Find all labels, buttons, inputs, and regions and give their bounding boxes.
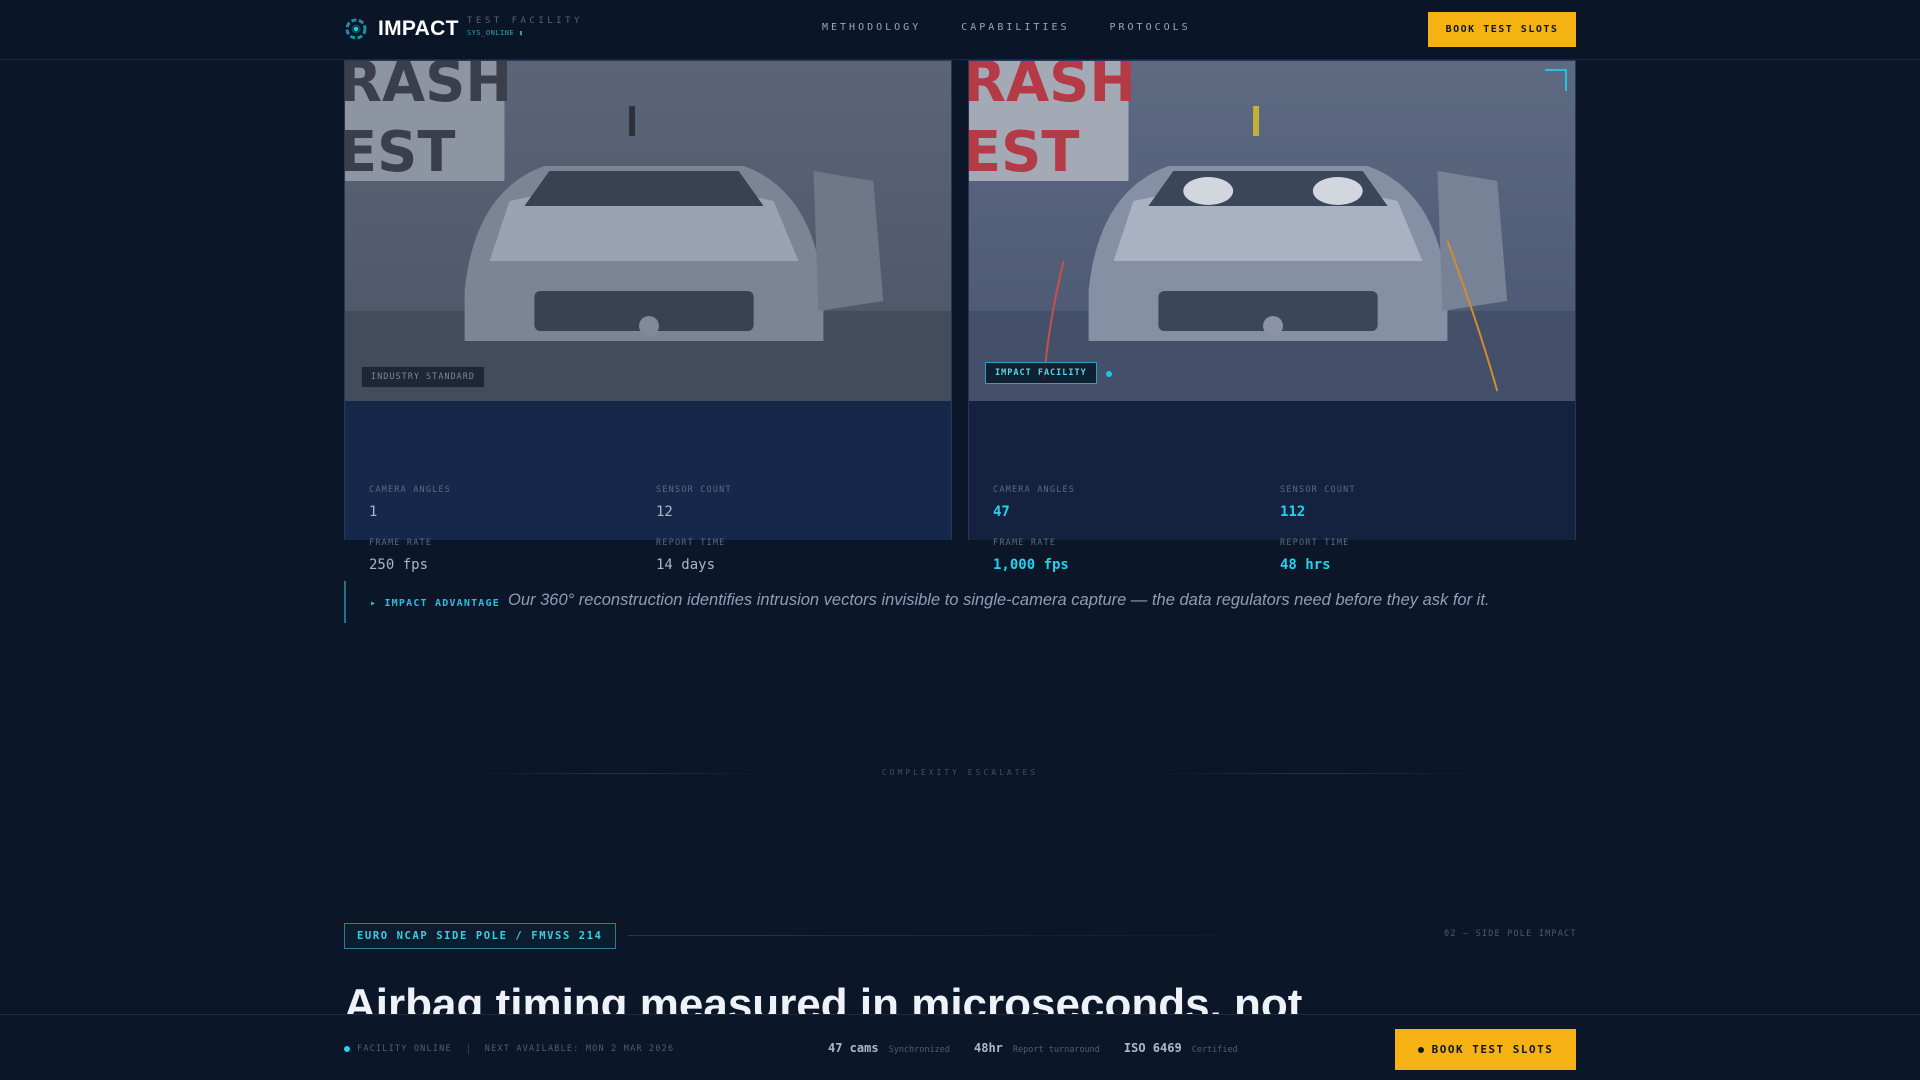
stat-label: FRAME RATE [993,538,1057,548]
logo-text: IMPACT [378,17,459,40]
stats-panel: CAMERA ANGLES 1 SENSOR COUNT 12 FRAME RA… [345,401,951,573]
svg-text:EST: EST [969,120,1079,185]
stat-frame-rate: FRAME RATE 250 fps [369,538,432,573]
stat-desc: Synchronized [888,1045,950,1055]
facility-label: TEST FACILITY [467,16,583,26]
stat-value: 48hr [974,1041,1003,1055]
book-test-slots-bottom-button[interactable]: BOOK TEST SLOTS [1395,1029,1576,1070]
logo[interactable]: IMPACT [344,17,459,41]
callout-text: Our 360° reconstruction identifies intru… [508,591,1490,609]
logo-icon [345,18,367,40]
advantage-callout: ▸ IMPACT ADVANTAGE Our 360° reconstructi… [344,581,1490,623]
stat-value: 12 [656,504,673,520]
stat-value: 48 hrs [1280,557,1331,573]
stat-sensor-count: SENSOR COUNT 12 [656,485,732,520]
separator [467,1044,469,1054]
section-divider-label: COMPLEXITY ESCALATES [881,768,1039,777]
facility-stats: 47 cams Synchronized 48hr Report turnaro… [828,1041,1262,1055]
book-test-slots-button[interactable]: BOOK TEST SLOTS [1428,12,1576,47]
stat-label: SENSOR COUNT [656,485,732,495]
facility-status: FACILITY ONLINE NEXT AVAILABLE: MON 2 MA… [344,1044,674,1054]
crash-car-image: RASH EST [345,61,951,401]
stat-label: CAMERA ANGLES [993,485,1076,495]
nav-methodology[interactable]: METHODOLOGY [822,22,921,33]
sticky-bottom-bar: FACILITY ONLINE NEXT AVAILABLE: MON 2 MA… [0,1014,1920,1080]
stat-value: 1,000 fps [993,557,1069,573]
next-available-text: NEXT AVAILABLE: MON 2 MAR 2026 [484,1044,675,1054]
svg-text:RASH: RASH [969,61,1136,115]
crash-test-photo: RASH EST IMPACT FACILITY [969,61,1575,401]
stat-value: 47 [993,504,1010,520]
stat-label: REPORT TIME [1280,538,1350,548]
svg-text:RASH: RASH [345,61,512,115]
stat-value: 112 [1280,504,1306,520]
stats-panel: CAMERA ANGLES 47 SENSOR COUNT 112 FRAME … [969,401,1575,573]
stat-frame-rate: FRAME RATE 1,000 fps [993,538,1069,573]
crash-car-image: RASH EST [969,61,1575,401]
system-status: SYS_ONLINE ▮ [467,29,524,37]
industry-standard-card: RASH EST INDUSTRY STANDARD CAMERA ANGLES… [344,60,952,573]
stat-report-time: REPORT TIME 14 days [656,538,726,573]
stat-value: 1 [369,504,378,520]
stat-desc: Certified [1191,1045,1238,1055]
section-rule [628,935,1318,936]
impact-facility-tag: IMPACT FACILITY [985,362,1097,384]
stat-value: 14 days [656,557,716,573]
divider-line-right [1150,773,1480,774]
corner-bracket [1545,69,1567,91]
stat-label: REPORT TIME [656,538,726,548]
callout-label: ▸ IMPACT ADVANTAGE [370,598,500,609]
logo-subtitle: TEST FACILITY SYS_ONLINE ▮ [467,16,583,37]
crash-test-photo: RASH EST INDUSTRY STANDARD [345,61,951,401]
nav-protocols[interactable]: PROTOCOLS [1109,22,1190,33]
stat-camera-angles: CAMERA ANGLES 47 [993,485,1075,520]
button-label: BOOK TEST SLOTS [1431,1043,1554,1056]
stat-camera-angles: CAMERA ANGLES 1 [369,485,451,520]
online-status-icon [344,1046,350,1052]
stat-report-time: REPORT TIME 48 hrs [1280,538,1350,573]
impact-facility-card: RASH EST IMPACT FACILITY CAMERA ANGLES 4… [968,60,1576,573]
main-nav: METHODOLOGY CAPABILITIES PROTOCOLS [822,22,1231,33]
stat-label: CAMERA ANGLES [369,485,452,495]
stat-label: SENSOR COUNT [1280,485,1356,495]
stat-turnaround: 48hr Report turnaround [974,1041,1100,1055]
section-index-label: 02 — SIDE POLE IMPACT [1444,929,1577,939]
divider-line-left [470,773,770,774]
stat-label: FRAME RATE [369,538,433,548]
top-nav-bar: IMPACT TEST FACILITY SYS_ONLINE ▮ METHOD… [0,0,1920,60]
stat-certification: ISO 6469 Certified [1124,1041,1238,1055]
protocol-tag: EURO NCAP SIDE POLE / FMVSS 214 [344,923,616,949]
industry-standard-tag: INDUSTRY STANDARD [361,366,485,388]
stat-value: 250 fps [369,557,429,573]
facility-status-text: FACILITY ONLINE [357,1044,452,1054]
stat-cameras: 47 cams Synchronized [828,1041,950,1055]
svg-text:EST: EST [345,120,455,185]
button-dot-icon [1417,1046,1424,1053]
stat-sensor-count: SENSOR COUNT 112 [1280,485,1356,520]
nav-capabilities[interactable]: CAPABILITIES [961,22,1069,33]
stat-value: ISO 6469 [1123,1041,1182,1055]
stat-desc: Report turnaround [1012,1045,1100,1055]
live-indicator-dot [1106,371,1112,377]
stat-value: 47 cams [828,1041,879,1055]
